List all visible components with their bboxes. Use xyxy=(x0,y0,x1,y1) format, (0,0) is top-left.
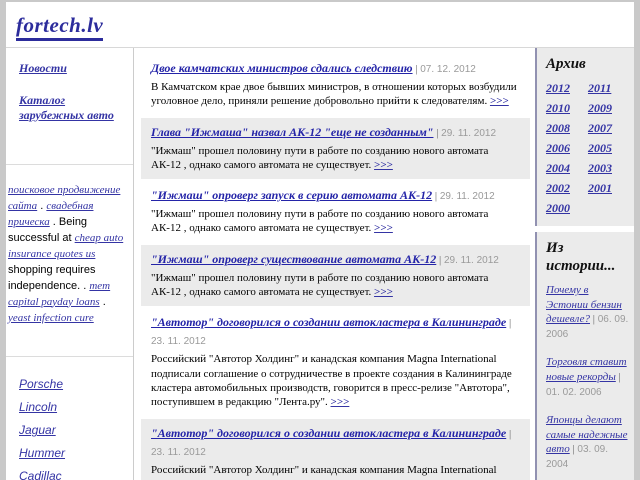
sidebar-nav-link[interactable]: Каталог зарубежных авто xyxy=(19,93,127,123)
history-date: 01. 02. 2006 xyxy=(546,387,602,398)
news-date: 29. 11. 2012 xyxy=(441,128,496,139)
promo-plain-text: . xyxy=(37,200,46,212)
archive-year-link[interactable]: 2009 xyxy=(588,101,630,116)
history-link[interactable]: Торговля ставит новые рекорды xyxy=(546,356,627,383)
history-item: Японцы делают самые надежные авто | 03. … xyxy=(546,413,630,472)
news-body: Российский "Автотор Холдинг" и канадская… xyxy=(151,463,520,480)
news-body: В Камчатском крае двое бывших министров,… xyxy=(151,80,520,109)
news-separator: | xyxy=(506,317,511,329)
archive-year-link[interactable]: 2004 xyxy=(546,161,588,176)
news-date: 29. 11. 2012 xyxy=(440,191,495,202)
sidebar-brand-link[interactable]: Lincoln xyxy=(19,400,127,414)
news-title-link[interactable]: Двое камчатских министров сдались следст… xyxy=(151,61,413,75)
news-date: 29. 11. 2012 xyxy=(444,255,499,266)
history-title: Из истории... xyxy=(546,240,630,275)
read-more-link[interactable]: >>> xyxy=(374,286,393,298)
columns: Новости Каталог зарубежных авто поисковое… xyxy=(6,48,634,480)
archive-panel: Архив 2012201120102009200820072006200520… xyxy=(535,48,634,226)
news-separator: | xyxy=(506,428,511,440)
page: fortech.lv Новости Каталог зарубежных авт… xyxy=(6,2,634,480)
news-title-link[interactable]: "Ижмаш" опроверг существование автомата … xyxy=(151,252,436,266)
archive-year-link[interactable]: 2003 xyxy=(588,161,630,176)
news-body: "Ижмаш" прошел половину пути в работе по… xyxy=(151,207,520,236)
news-item: "Ижмаш" опроверг существование автомата … xyxy=(141,245,530,307)
news-body-text: В Камчатском крае двое бывших министров,… xyxy=(151,81,517,107)
sidebar-promo-text: поисковое продвижение сайта . свадебная … xyxy=(6,165,133,357)
news-separator: | xyxy=(432,190,440,202)
news-title-link[interactable]: "Ижмаш" опроверг запуск в серию автомата… xyxy=(151,188,432,202)
left-sidebar: Новости Каталог зарубежных авто поисковое… xyxy=(6,48,134,480)
news-body: "Ижмаш" прошел половину пути в работе по… xyxy=(151,271,520,300)
sidebar-brand-list: PorscheLincolnJaguarHummerCadillacBentle… xyxy=(6,357,133,480)
sidebar-brand-link[interactable]: Cadillac xyxy=(19,469,127,480)
news-body-text: "Ижмаш" прошел половину пути в работе по… xyxy=(151,272,488,298)
sidebar-brand-link[interactable]: Porsche xyxy=(19,377,127,391)
archive-year-link[interactable]: 2008 xyxy=(546,121,588,136)
archive-year-link[interactable]: 2002 xyxy=(546,181,588,196)
news-item: Двое камчатских министров сдались следст… xyxy=(141,54,530,116)
news-body-text: "Ижмаш" прошел половину пути в работе по… xyxy=(151,208,488,234)
news-date: 23. 11. 2012 xyxy=(151,336,206,347)
history-separator: | xyxy=(590,313,598,325)
news-item-header: Двое камчатских министров сдались следст… xyxy=(151,59,520,77)
read-more-link[interactable]: >>> xyxy=(374,222,393,234)
news-item: "Ижмаш" опроверг запуск в серию автомата… xyxy=(141,181,530,243)
news-title-link[interactable]: "Автотор" договорился о создании автокла… xyxy=(151,426,506,440)
news-list: Двое камчатских министров сдались следст… xyxy=(134,48,535,480)
archive-year-link[interactable]: 2005 xyxy=(588,141,630,156)
promo-link[interactable]: yeast infection cure xyxy=(8,312,94,324)
archive-year-link[interactable]: 2001 xyxy=(588,181,630,196)
sidebar-brand-link[interactable]: Hummer xyxy=(19,446,127,460)
right-sidebar: Архив 2012201120102009200820072006200520… xyxy=(535,48,634,480)
archive-years: 2012201120102009200820072006200520042003… xyxy=(546,81,630,216)
news-body: "Ижмаш" прошел половину пути в работе по… xyxy=(151,144,520,173)
history-item: Почему в Эстонии бензин дешевле? | 06. 0… xyxy=(546,283,630,342)
sidebar-nav: Новости Каталог зарубежных авто xyxy=(6,48,133,165)
promo-plain-text: shopping requires independence. . xyxy=(8,264,95,292)
archive-year-link[interactable]: 2010 xyxy=(546,101,588,116)
sidebar-brand-link[interactable]: Jaguar xyxy=(19,423,127,437)
archive-year-link[interactable]: 2006 xyxy=(546,141,588,156)
news-date: 23. 11. 2012 xyxy=(151,447,206,458)
news-title-link[interactable]: "Автотор" договорился о создании автокла… xyxy=(151,315,506,329)
news-body-text: Российский "Автотор Холдинг" и канадская… xyxy=(151,464,512,480)
archive-year-link[interactable]: 2011 xyxy=(588,81,630,96)
news-date: 07. 12. 2012 xyxy=(420,64,476,75)
history-panel: Из истории... Почему в Эстонии бензин де… xyxy=(535,232,634,480)
archive-title: Архив xyxy=(546,56,630,73)
news-separator: | xyxy=(433,127,441,139)
read-more-link[interactable]: >>> xyxy=(374,159,393,171)
news-body-text: "Ижмаш" прошел половину пути в работе по… xyxy=(151,145,488,171)
news-item: Глава "Ижмаша" назвал АК-12 "еще не созд… xyxy=(141,118,530,180)
news-item: "Автотор" договорился о создании автокла… xyxy=(141,308,530,416)
archive-year-link[interactable]: 2012 xyxy=(546,81,588,96)
news-item-header: Глава "Ижмаша" назвал АК-12 "еще не созд… xyxy=(151,123,520,141)
read-more-link[interactable]: >>> xyxy=(490,95,509,107)
read-more-link[interactable]: >>> xyxy=(331,396,350,408)
news-item-header: "Автотор" договорился о создании автокла… xyxy=(151,424,520,460)
archive-year-link[interactable]: 2007 xyxy=(588,121,630,136)
news-title-link[interactable]: Глава "Ижмаша" назвал АК-12 "еще не созд… xyxy=(151,125,433,139)
sidebar-nav-link[interactable]: Новости xyxy=(19,61,127,76)
promo-plain-text: . xyxy=(100,296,106,308)
site-logo[interactable]: fortech.lv xyxy=(16,13,103,41)
history-item: Торговля ставит новые рекорды | 01. 02. … xyxy=(546,355,630,400)
news-item: "Автотор" договорился о создании автокла… xyxy=(141,419,530,480)
history-separator: | xyxy=(616,371,621,383)
archive-year-link[interactable]: 2000 xyxy=(546,201,588,216)
news-item-header: "Ижмаш" опроверг запуск в серию автомата… xyxy=(151,186,520,204)
history-list: Почему в Эстонии бензин дешевле? | 06. 0… xyxy=(546,283,630,480)
news-item-header: "Автотор" договорился о создании автокла… xyxy=(151,313,520,349)
news-separator: | xyxy=(436,254,444,266)
site-header: fortech.lv xyxy=(6,2,634,48)
news-item-header: "Ижмаш" опроверг существование автомата … xyxy=(151,250,520,268)
news-body: Российский "Автотор Холдинг" и канадская… xyxy=(151,352,520,409)
